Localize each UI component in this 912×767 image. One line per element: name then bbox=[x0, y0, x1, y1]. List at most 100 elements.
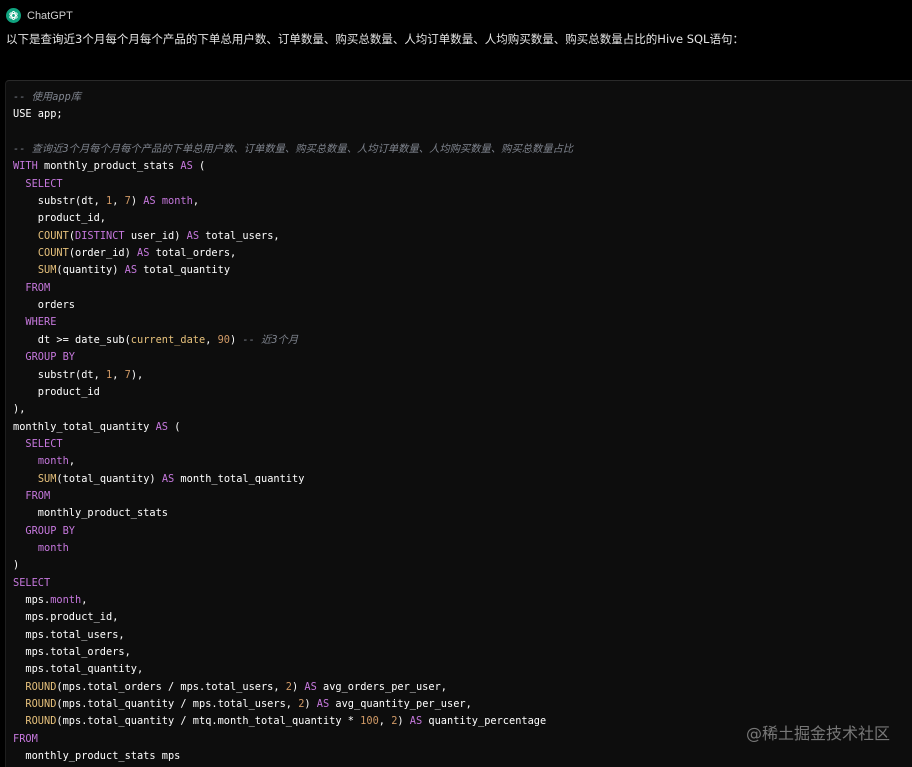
code-line: ROUND(mps.total_quantity / mtq.month_tot… bbox=[13, 713, 573, 730]
code-token: product_id, bbox=[13, 212, 106, 225]
code-line: mps.product_id, bbox=[13, 609, 573, 626]
code-token: user_id) bbox=[124, 229, 187, 242]
code-token: GROUP BY bbox=[25, 351, 76, 364]
code-token: (mps.total_orders / mps.total_users, bbox=[56, 680, 286, 693]
code-line: month bbox=[13, 540, 573, 557]
code-token: total_orders, bbox=[149, 247, 237, 260]
code-token: ROUND bbox=[25, 698, 57, 711]
chatgpt-avatar bbox=[6, 8, 21, 23]
code-token: AS bbox=[180, 160, 193, 173]
code-line: USE app; bbox=[13, 106, 573, 123]
code-token: SUM bbox=[37, 472, 57, 485]
sql-code[interactable]: -- 使用app库 USE app; -- 查询近3个月每个月每个产品的下单总用户… bbox=[13, 89, 573, 765]
code-line: SELECT bbox=[13, 575, 573, 592]
code-token: 90 bbox=[217, 333, 231, 346]
code-line: GROUP BY bbox=[13, 349, 573, 366]
code-token: AS bbox=[409, 715, 423, 728]
code-line: FROM bbox=[13, 488, 573, 505]
code-token: WITH bbox=[13, 160, 38, 173]
code-token: ROUND bbox=[25, 680, 57, 693]
code-token: COUNT bbox=[37, 229, 69, 242]
code-token: monthly_product_stats mps bbox=[13, 750, 181, 763]
code-token: AS bbox=[137, 247, 150, 260]
code-token: quantity_percentage bbox=[422, 715, 547, 728]
code-line: mps.total_orders, bbox=[13, 644, 573, 661]
code-token: -- 近3个月 bbox=[242, 333, 299, 346]
code-token: FROM bbox=[13, 732, 38, 745]
code-token: mps.product_id, bbox=[13, 611, 119, 624]
code-token: mps. bbox=[13, 593, 51, 606]
code-token: , bbox=[112, 368, 125, 381]
code-line: product_id, bbox=[13, 210, 573, 227]
code-token: ( bbox=[192, 160, 206, 173]
code-token: month bbox=[161, 195, 193, 208]
code-line: substr(dt, 1, 7), bbox=[13, 367, 573, 384]
openai-logo-icon bbox=[9, 10, 18, 21]
code-token: COUNT bbox=[37, 247, 69, 260]
code-token: ) bbox=[230, 333, 243, 346]
code-line: SUM(quantity) AS total_quantity bbox=[13, 262, 573, 279]
code-line: product_id bbox=[13, 384, 573, 401]
code-token: (mps.total_quantity / mps.total_users, bbox=[56, 698, 299, 711]
code-token: monthly_product_stats bbox=[13, 507, 168, 520]
code-token: month bbox=[37, 455, 69, 468]
code-token: substr(dt, bbox=[13, 195, 106, 208]
code-token: SELECT bbox=[25, 177, 63, 190]
code-token: -- 使用app库 bbox=[13, 91, 82, 103]
code-token: DISTINCT bbox=[75, 229, 125, 242]
code-line: monthly_product_stats mps bbox=[13, 748, 573, 765]
code-line: FROM bbox=[13, 731, 573, 748]
watermark: @稀土掘金技术社区 bbox=[745, 724, 890, 743]
code-line: SUM(total_quantity) AS month_total_quant… bbox=[13, 471, 573, 488]
code-token: current_date bbox=[130, 333, 206, 346]
code-line: substr(dt, 1, 7) AS month, bbox=[13, 193, 573, 210]
code-line: mps.total_users, bbox=[13, 627, 573, 644]
code-line: -- 使用app库 bbox=[13, 89, 573, 106]
code-token: AS bbox=[316, 698, 330, 711]
code-token: ) bbox=[13, 559, 20, 572]
code-token: (total_quantity) bbox=[56, 472, 162, 485]
code-token: , bbox=[112, 195, 125, 208]
code-line: SELECT bbox=[13, 436, 573, 453]
code-token: ( bbox=[168, 420, 181, 433]
code-token: ) bbox=[397, 715, 410, 728]
code-token: ROUND bbox=[25, 715, 57, 728]
code-token: orders bbox=[13, 299, 75, 312]
code-line: ROUND(mps.total_quantity / mps.total_use… bbox=[13, 696, 573, 713]
sender-name: ChatGPT bbox=[27, 9, 73, 22]
code-token: ), bbox=[130, 368, 144, 381]
code-token: AS bbox=[124, 264, 138, 277]
code-token: , bbox=[68, 455, 76, 468]
code-block[interactable]: -- 使用app库 USE app; -- 查询近3个月每个月每个产品的下单总用户… bbox=[5, 80, 912, 767]
code-token: month_total_quantity bbox=[174, 472, 305, 485]
code-line: mps.total_quantity, bbox=[13, 661, 573, 678]
code-line: WITH monthly_product_stats AS ( bbox=[13, 158, 573, 175]
code-token: SUM bbox=[37, 264, 57, 277]
code-line: monthly_total_quantity AS ( bbox=[13, 419, 573, 436]
code-token: (mps.total_quantity / mtq.month_total_qu… bbox=[56, 715, 361, 728]
code-line: ), bbox=[13, 401, 573, 418]
code-token: substr(dt, bbox=[13, 368, 106, 381]
code-token: (quantity) bbox=[56, 264, 125, 277]
message-header: ChatGPT bbox=[6, 8, 73, 23]
code-token: total_users, bbox=[199, 229, 280, 242]
code-token: dt >= date_sub( bbox=[13, 333, 131, 346]
code-token: , bbox=[81, 593, 88, 606]
code-line: mps.month, bbox=[13, 592, 573, 609]
code-token: month bbox=[50, 593, 82, 606]
code-token: mps.total_users, bbox=[13, 628, 125, 641]
code-token: WHERE bbox=[25, 316, 57, 329]
code-token: AS bbox=[155, 420, 168, 433]
